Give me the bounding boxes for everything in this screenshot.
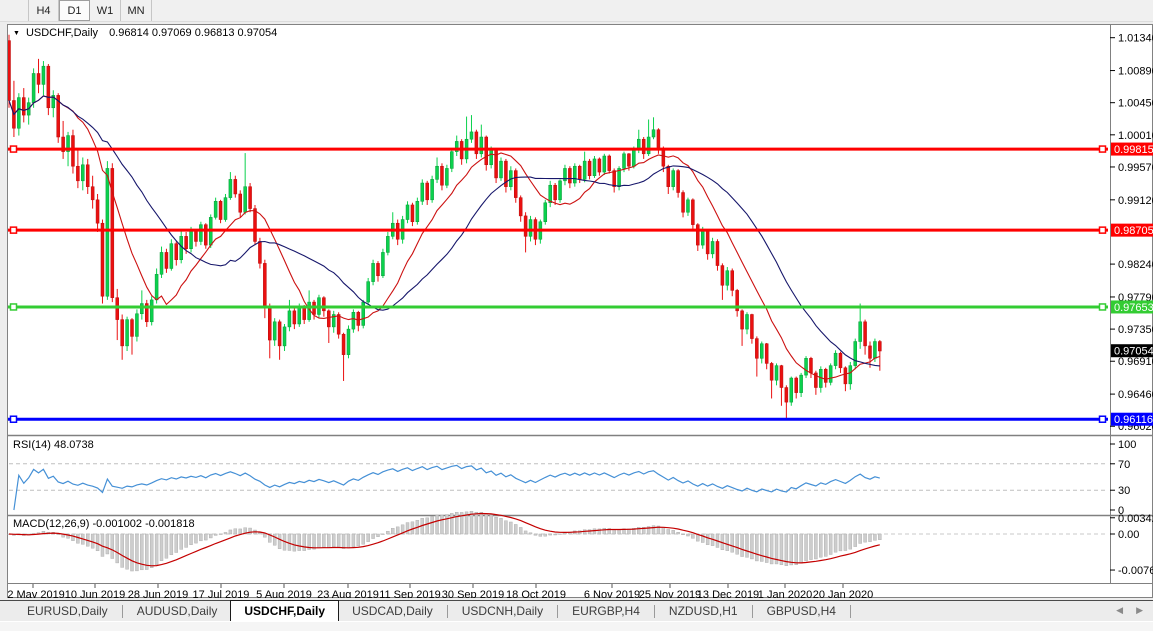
tab-separator bbox=[557, 605, 558, 618]
svg-text:1.01340: 1.01340 bbox=[1118, 33, 1153, 45]
svg-text:0.003428: 0.003428 bbox=[1118, 513, 1153, 525]
svg-text:1.00010: 1.00010 bbox=[1118, 130, 1153, 142]
svg-text:10 Jun 2019: 10 Jun 2019 bbox=[65, 589, 126, 598]
chart-tab-eurgbp[interactable]: EURGBP,H4 bbox=[559, 601, 653, 621]
svg-text:0.98705: 0.98705 bbox=[1114, 225, 1153, 237]
tab-separator bbox=[122, 605, 123, 618]
tab-scroll-right-icon[interactable]: ▶ bbox=[1136, 605, 1143, 616]
svg-text:30: 30 bbox=[1118, 485, 1130, 497]
svg-text:0.99120: 0.99120 bbox=[1118, 195, 1153, 207]
price-level-badge: 0.98705 bbox=[1111, 224, 1153, 238]
svg-text:13 Dec 2019: 13 Dec 2019 bbox=[697, 589, 759, 598]
chart-tab-usdcad[interactable]: USDCAD,Daily bbox=[339, 601, 446, 621]
svg-text:25 Nov 2019: 25 Nov 2019 bbox=[639, 589, 701, 598]
tab-separator bbox=[752, 605, 753, 618]
svg-text:70: 70 bbox=[1118, 459, 1130, 471]
timeframe-button-mn[interactable]: MN bbox=[121, 0, 152, 21]
chart-tab-gbpusd[interactable]: GBPUSD,H4 bbox=[754, 601, 849, 621]
svg-text:0.98240: 0.98240 bbox=[1118, 259, 1153, 271]
chart-tab-audusd[interactable]: AUDUSD,Daily bbox=[124, 601, 231, 621]
price-level-badge: 0.99815 bbox=[1111, 143, 1153, 157]
svg-text:23 Aug 2019: 23 Aug 2019 bbox=[317, 589, 379, 598]
timeframe-button-w1[interactable]: W1 bbox=[90, 0, 121, 21]
svg-text:11 Sep 2019: 11 Sep 2019 bbox=[379, 589, 441, 598]
price-level-badge: 0.96116 bbox=[1111, 413, 1153, 427]
svg-text:0.97653: 0.97653 bbox=[1114, 302, 1153, 314]
svg-text:0.96116: 0.96116 bbox=[1114, 414, 1153, 426]
timeframe-button-h4[interactable]: H4 bbox=[28, 0, 59, 21]
svg-text:0.99815: 0.99815 bbox=[1114, 144, 1153, 156]
svg-text:0.97054: 0.97054 bbox=[1114, 346, 1153, 358]
svg-text:20 Jan 2020: 20 Jan 2020 bbox=[813, 589, 874, 598]
current-price-badge: 0.97054 bbox=[1111, 344, 1153, 358]
chart-tab-usdcnh[interactable]: USDCNH,Daily bbox=[449, 601, 556, 621]
svg-text:30 Sep 2019: 30 Sep 2019 bbox=[442, 589, 504, 598]
svg-text:0.96910: 0.96910 bbox=[1118, 356, 1153, 368]
chart-tab-bar: ◀ ▶ EURUSD,DailyAUDUSD,DailyUSDCHF,Daily… bbox=[0, 600, 1153, 621]
svg-text:0.96460: 0.96460 bbox=[1118, 389, 1153, 401]
chart-tab-eurusd[interactable]: EURUSD,Daily bbox=[14, 601, 121, 621]
svg-text:1 Jan 2020: 1 Jan 2020 bbox=[758, 589, 812, 598]
tab-separator bbox=[654, 605, 655, 618]
price-level-badge: 0.97653 bbox=[1111, 300, 1153, 314]
chart-tab-nzdusd[interactable]: NZDUSD,H1 bbox=[656, 601, 751, 621]
tab-separator bbox=[447, 605, 448, 618]
svg-text:-0.007615: -0.007615 bbox=[1118, 565, 1153, 577]
svg-text:18 Oct 2019: 18 Oct 2019 bbox=[506, 589, 566, 598]
chart-canvas[interactable]: 1.01340 1.00890 1.00450 1.00010 0.99570 0.991… bbox=[7, 24, 1153, 598]
svg-text:1.00450: 1.00450 bbox=[1118, 98, 1153, 110]
chart-window[interactable]: 1.01340 1.00890 1.00450 1.00010 0.99570 0.991… bbox=[7, 24, 1153, 598]
svg-text:22 May 2019: 22 May 2019 bbox=[7, 589, 65, 598]
svg-text:28 Jun 2019: 28 Jun 2019 bbox=[128, 589, 189, 598]
timeframe-button-d1[interactable]: D1 bbox=[59, 0, 90, 21]
svg-text:0.97350: 0.97350 bbox=[1118, 324, 1153, 336]
tab-scroll-left-icon[interactable]: ◀ bbox=[1116, 605, 1123, 616]
svg-text:1.00890: 1.00890 bbox=[1118, 66, 1153, 78]
svg-text:6 Nov 2019: 6 Nov 2019 bbox=[584, 589, 640, 598]
svg-text:0.99570: 0.99570 bbox=[1118, 162, 1153, 174]
tab-separator bbox=[850, 605, 851, 618]
svg-text:0.00: 0.00 bbox=[1118, 529, 1139, 541]
svg-text:5 Aug 2019: 5 Aug 2019 bbox=[256, 589, 312, 598]
chart-tab-usdchf[interactable]: USDCHF,Daily bbox=[230, 600, 339, 622]
svg-text:100: 100 bbox=[1118, 439, 1136, 451]
timeframe-toolbar: H4D1W1MN bbox=[0, 0, 1153, 22]
svg-text:17 Jul 2019: 17 Jul 2019 bbox=[193, 589, 250, 598]
